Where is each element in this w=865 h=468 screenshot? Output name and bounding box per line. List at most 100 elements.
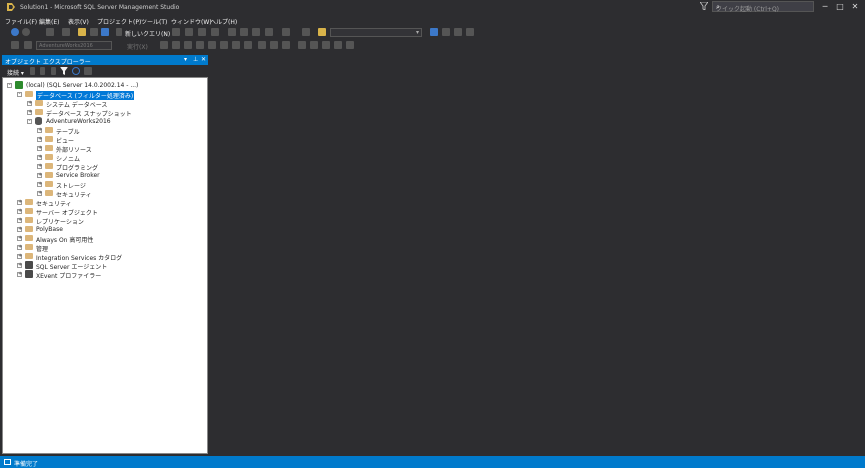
back-icon[interactable] (11, 28, 19, 36)
actual-plan-icon[interactable] (220, 41, 228, 49)
live-statistics-icon[interactable] (232, 41, 240, 49)
cancel-query-icon[interactable] (160, 41, 168, 49)
expand-icon[interactable]: + (37, 164, 42, 169)
expand-icon[interactable]: + (37, 191, 42, 196)
expand-icon[interactable]: + (17, 236, 22, 241)
minimize-button[interactable]: ─ (820, 2, 830, 12)
forward-icon[interactable] (22, 28, 30, 36)
expand-icon[interactable]: + (37, 173, 42, 178)
analysis-xmla-query-icon[interactable] (211, 28, 219, 36)
expand-icon[interactable]: + (17, 263, 22, 268)
pin-icon[interactable]: ⊥ (193, 56, 198, 63)
expand-icon[interactable]: + (37, 155, 42, 160)
expand-icon[interactable]: + (17, 254, 22, 259)
client-statistics-icon[interactable] (244, 41, 252, 49)
menu-window[interactable]: ウィンドウ(W) (171, 17, 212, 26)
expand-icon[interactable]: + (27, 101, 32, 106)
menu-view[interactable]: 表示(V) (68, 17, 89, 26)
toolbox-icon[interactable] (442, 28, 450, 36)
connect-dropdown[interactable]: 接続 ▾ (7, 68, 24, 77)
disconnect-object-explorer-icon[interactable] (40, 67, 45, 75)
menu-project[interactable]: プロジェクト(P) (97, 17, 141, 26)
menu-edit[interactable]: 編集(E) (39, 17, 59, 26)
available-databases-combo[interactable]: AdventureWorks2016 (36, 41, 112, 50)
redo-icon[interactable] (282, 28, 290, 36)
xevent-icon (25, 270, 33, 278)
expand-icon[interactable]: + (37, 128, 42, 133)
database-icon (35, 117, 42, 125)
new-query-icon[interactable] (116, 28, 122, 36)
specify-template-values-icon[interactable] (346, 41, 354, 49)
results-to-grid-icon[interactable] (270, 41, 278, 49)
query-options-icon[interactable] (196, 41, 204, 49)
analysis-dmx-query-icon[interactable] (198, 28, 206, 36)
menu-help[interactable]: ヘルプ(H) (210, 17, 237, 26)
expand-icon[interactable]: + (37, 182, 42, 187)
expand-icon[interactable]: + (17, 272, 22, 277)
save-all-icon[interactable] (101, 28, 109, 36)
save-icon[interactable] (90, 28, 98, 36)
database-engine-query-icon[interactable] (172, 28, 180, 36)
copy-icon[interactable] (240, 28, 248, 36)
filter-icon[interactable] (700, 2, 708, 10)
folder-icon (25, 91, 33, 97)
increase-indent-icon[interactable] (334, 41, 342, 49)
expand-icon[interactable]: + (17, 227, 22, 232)
expand-icon[interactable]: + (37, 137, 42, 142)
decrease-indent-icon[interactable] (322, 41, 330, 49)
stop-icon[interactable] (51, 67, 56, 75)
menu-file[interactable]: ファイル(F) (5, 17, 37, 26)
template-explorer-icon[interactable] (466, 28, 474, 36)
folder-icon (45, 163, 53, 169)
connect-icon[interactable] (11, 41, 19, 49)
status-text: 準備完了 (14, 461, 39, 468)
open-file-icon[interactable] (78, 28, 86, 36)
cut-icon[interactable] (228, 28, 236, 36)
navigate-icon[interactable] (302, 28, 310, 36)
new-project-icon[interactable] (46, 28, 54, 36)
new-query-button[interactable]: 新しいクエリ(N) (125, 29, 170, 38)
activity-monitor-icon[interactable] (84, 67, 92, 75)
collapse-icon[interactable]: - (7, 83, 12, 88)
analysis-mdx-query-icon[interactable] (185, 28, 193, 36)
maximize-button[interactable]: □ (835, 2, 845, 12)
connect-object-explorer-icon[interactable] (30, 67, 35, 75)
collapse-icon[interactable]: - (27, 119, 32, 124)
registered-servers-icon[interactable] (454, 28, 462, 36)
parse-icon[interactable] (172, 41, 180, 49)
undo-icon[interactable] (265, 28, 273, 36)
search-icon[interactable]: ⌕ (716, 3, 810, 12)
results-to-text-icon[interactable] (258, 41, 266, 49)
solution-configuration-combo[interactable]: ▾ (330, 28, 422, 37)
tree-node-label: セキュリティ (36, 201, 72, 208)
expand-icon[interactable]: + (17, 218, 22, 223)
close-button[interactable]: ✕ (850, 2, 860, 12)
tree-node-label: ストレージ (56, 183, 86, 190)
folder-icon (25, 217, 33, 223)
properties-window-icon[interactable] (430, 28, 438, 36)
solution-explorer-icon[interactable] (318, 28, 326, 36)
execute-button[interactable]: 実行(X) (127, 42, 148, 51)
results-to-file-icon[interactable] (282, 41, 290, 49)
expand-icon[interactable]: + (17, 245, 22, 250)
filter-icon[interactable] (60, 67, 68, 75)
expand-icon[interactable]: + (17, 200, 22, 205)
collapse-icon[interactable]: - (17, 92, 22, 97)
disconnect-icon[interactable] (24, 41, 32, 49)
folder-icon (25, 244, 33, 250)
window-position-icon[interactable]: ▾ (184, 56, 187, 63)
uncomment-icon[interactable] (310, 41, 318, 49)
quick-launch-input[interactable]: クイック起動 (Ctrl+Q) ⌕ (712, 1, 814, 13)
close-panel-icon[interactable]: ✕ (201, 56, 206, 63)
new-file-icon[interactable] (62, 28, 70, 36)
comment-icon[interactable] (298, 41, 306, 49)
database-combo-value: AdventureWorks2016 (39, 43, 93, 49)
estimated-plan-icon[interactable] (184, 41, 192, 49)
expand-icon[interactable]: + (17, 209, 22, 214)
expand-icon[interactable]: + (37, 146, 42, 151)
expand-icon[interactable]: + (27, 110, 32, 115)
paste-icon[interactable] (252, 28, 260, 36)
refresh-icon[interactable] (72, 67, 80, 75)
intellisense-icon[interactable] (208, 41, 216, 49)
menu-tools[interactable]: ツール(T) (141, 17, 167, 26)
